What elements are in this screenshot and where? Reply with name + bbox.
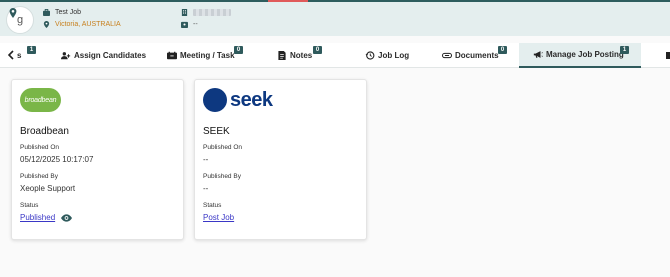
tab-badge: 1 — [620, 46, 629, 54]
meeting-icon — [167, 51, 177, 59]
published-by-value: -- — [203, 184, 209, 193]
eye-icon[interactable] — [61, 214, 72, 222]
contact-row: -- — [181, 21, 198, 28]
post-job-link[interactable]: Post Job — [203, 213, 234, 222]
published-by-value: Xeople Support — [20, 184, 76, 193]
tab-bar: s 1 Assign Candidates Meeting / Task 0 N… — [0, 43, 670, 68]
documents-icon — [442, 52, 452, 58]
board-name: Broadbean — [20, 126, 69, 137]
tab-label: Assign Candidates — [74, 50, 147, 60]
history-icon — [365, 50, 375, 60]
published-on-label: Published On — [203, 144, 243, 151]
assign-candidates-icon — [61, 51, 71, 59]
tab-badge: 0 — [234, 46, 243, 54]
board-name: SEEK — [203, 126, 230, 137]
status-label: Status — [20, 202, 39, 209]
tab-label: Meeting / Task — [180, 50, 235, 60]
tab-label: Manage Job Posting — [546, 50, 624, 59]
published-on-label: Published On — [20, 144, 60, 151]
contact-icon — [181, 21, 188, 28]
tab-job-log[interactable]: Job Log — [365, 43, 409, 67]
job-header: g Test Job Victoria, AUSTRALIA -- — [0, 2, 670, 36]
published-on-value: -- — [203, 155, 209, 164]
status-published-link[interactable]: Published — [20, 213, 55, 222]
job-title-row: Test Job — [43, 9, 81, 16]
redacted-client-name — [193, 9, 231, 16]
pin-icon — [9, 8, 17, 18]
overflow-tab-icon — [666, 51, 670, 59]
status-label: Status — [203, 202, 222, 209]
job-title: Test Job — [55, 9, 82, 16]
notes-icon — [278, 50, 286, 60]
seek-logo: seek — [203, 88, 273, 112]
building-icon — [181, 9, 188, 16]
posting-card-broadbean: broadbean Broadbean Published On 05/12/2… — [11, 79, 184, 240]
tab-documents[interactable]: Documents — [442, 43, 499, 67]
tab-badge: 0 — [313, 46, 322, 54]
published-on-value: 05/12/2025 10:17:07 — [20, 155, 94, 164]
posting-card-seek: seek SEEK Published On -- Published By -… — [194, 79, 367, 240]
tab-assign-candidates[interactable]: Assign Candidates — [61, 43, 146, 67]
tab-badge: 0 — [498, 46, 507, 54]
tab-meeting-task[interactable]: Meeting / Task — [167, 43, 235, 67]
seek-mark — [203, 88, 227, 112]
client-row — [181, 9, 231, 16]
tab-label: s — [17, 50, 22, 60]
tab-label: Job Log — [378, 50, 410, 60]
contact-value: -- — [193, 21, 198, 28]
tab-truncated[interactable]: s — [17, 43, 21, 67]
published-by-label: Published By — [20, 173, 58, 180]
published-by-label: Published By — [203, 173, 241, 180]
broadbean-logo: broadbean — [20, 88, 61, 112]
tab-label: Documents — [455, 50, 499, 60]
job-avatar[interactable]: g — [6, 6, 34, 34]
tab-badge: 1 — [27, 46, 36, 54]
chevron-left-icon — [8, 50, 14, 60]
job-location-row: Victoria, AUSTRALIA — [43, 21, 121, 28]
tab-overflow[interactable] — [664, 43, 670, 67]
tab-notes[interactable]: Notes — [277, 43, 312, 67]
megaphone-icon — [533, 51, 543, 58]
briefcase-icon — [43, 9, 50, 16]
avatar-initial: g — [16, 14, 24, 26]
location-icon — [43, 21, 50, 28]
job-location: Victoria, AUSTRALIA — [55, 21, 121, 28]
tab-label: Notes — [290, 50, 313, 60]
